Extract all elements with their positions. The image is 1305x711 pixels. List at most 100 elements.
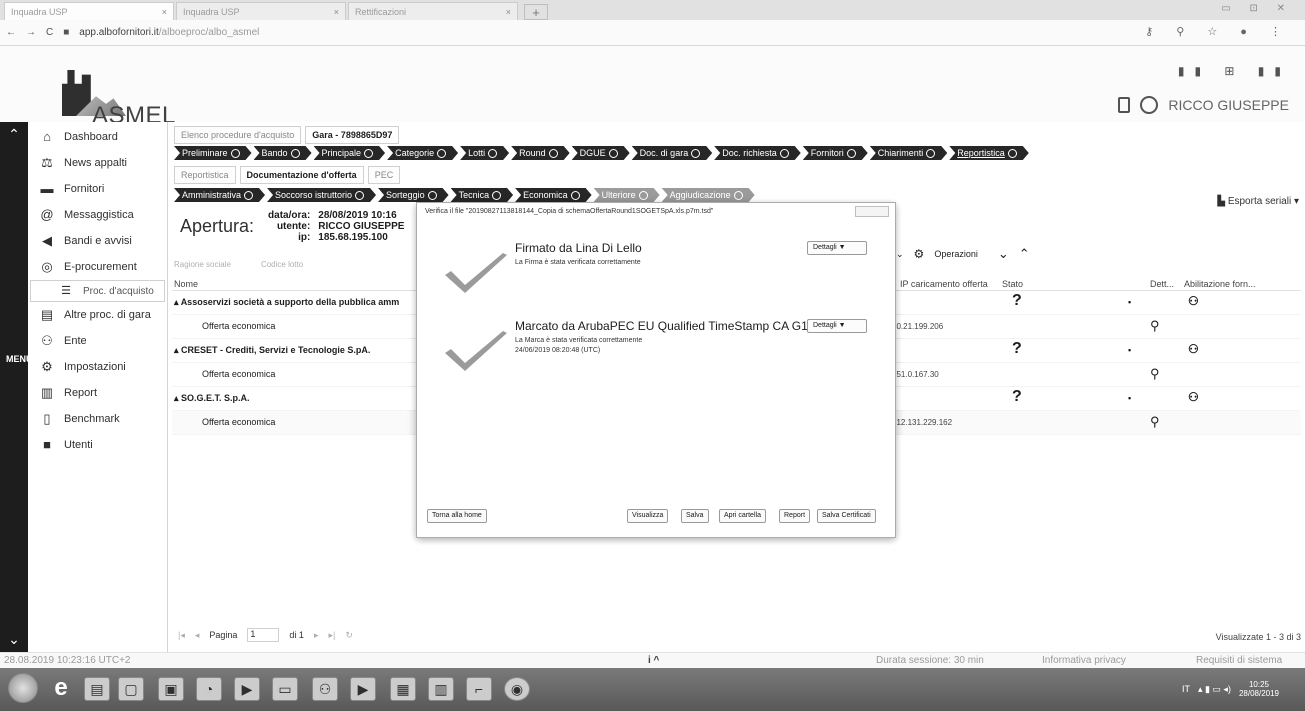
sidebar-item-eprocurement[interactable]: ◎ E-procurement [28,254,167,280]
layout-toggle-icons[interactable]: ▮▮ ⊞ ▮▮ [1178,64,1291,78]
browser-tab[interactable]: Inquadra USP × [4,2,174,20]
sidebar-item-proc-acquisto[interactable]: ☰ Proc. d'acquisto [30,280,165,302]
step-dgue[interactable]: DGUE [572,146,630,160]
video-icon[interactable]: ▶ [350,677,376,701]
system-tray[interactable]: IT ▴ ▮ ▭ ◂) 10:25 28/08/2019 [1182,680,1279,698]
privacy-link[interactable]: Informativa privacy [1042,655,1126,666]
explorer-icon[interactable]: ▤ [84,677,110,701]
document-icon[interactable] [1118,97,1131,113]
search-icon[interactable]: ⚲ [1150,414,1160,430]
url-field[interactable]: app.albofornitori.it/alboeproc/albo_asme… [79,27,259,38]
requirements-link[interactable]: Requisiti di sistema [1196,655,1282,666]
step-aggiudicazione[interactable]: Aggiudicazione [662,188,755,202]
column-stato[interactable]: Stato [1002,279,1023,289]
step-chiarimenti[interactable]: Chiarimenti [870,146,948,160]
save-button[interactable]: Salva [681,509,709,523]
details-button[interactable]: Dettagli ▼ [807,319,867,333]
clock[interactable]: 10:25 28/08/2019 [1239,680,1279,698]
chevron-up-icon[interactable]: ⌃ [0,126,28,143]
media-icon[interactable]: ▢ [118,677,144,701]
app-icon[interactable]: ◉ [504,677,530,701]
browser-tab[interactable]: Rettificazioni × [348,2,518,20]
sidebar-item-news[interactable]: ⚖ News appalti [28,150,167,176]
refresh-icon[interactable]: ↻ [345,630,353,641]
video-icon[interactable]: ▶ [234,677,260,701]
report-button[interactable]: Report [779,509,811,523]
prev-page-icon[interactable]: ◂ [195,630,200,641]
new-tab-button[interactable]: + [524,4,548,20]
sidebar-item-fornitori[interactable]: ▬ Fornitori [28,176,167,202]
home-button[interactable]: Torna alla home [427,509,487,523]
collapse-all-icon[interactable]: ⌃ [1019,246,1030,262]
dropdown-chevron-icon[interactable]: ⌄ [896,249,904,260]
forward-icon[interactable]: → [26,27,36,38]
step-lotti[interactable]: Lotti [460,146,509,160]
search-icon[interactable]: ⚲ [1150,366,1160,382]
step-round[interactable]: Round [511,146,570,160]
users-icon[interactable]: ⚇ [1188,390,1199,404]
chart-icon[interactable]: ▥ [428,677,454,701]
sidebar-item-ente[interactable]: ⚇ Ente [28,328,167,354]
tab-documentazione-offerta[interactable]: Documentazione d'offerta [239,166,364,184]
step-categorie[interactable]: Categorie [387,146,458,160]
tab-pec[interactable]: PEC [367,166,401,184]
step-economica[interactable]: Economica [515,188,592,202]
step-bando[interactable]: Bando [254,146,312,160]
page-input[interactable]: 1 [247,628,280,642]
column-abilitazione[interactable]: Abilitazione forn... [1184,279,1256,289]
step-soccorso[interactable]: Soccorso istruttorio [267,188,376,202]
sidebar-item-utenti[interactable]: ■ Utenti [28,432,167,458]
step-ulteriore[interactable]: Ulteriore [594,188,660,202]
step-amministrativa[interactable]: Amministrativa [174,188,265,202]
step-principale[interactable]: Principale [314,146,386,160]
menu-rail[interactable]: ⌃ MENU ⌄ [0,122,33,652]
users-icon[interactable]: ⚇ [312,677,338,701]
filter-codice-lotto[interactable]: Codice lotto [261,260,303,269]
sidebar-item-bandi[interactable]: ◀ Bandi e avvisi [28,228,167,254]
view-button[interactable]: Visualizza [627,509,669,523]
browser-actions[interactable]: ⚷ ⚲ ☆ ● ⋮ [1145,25,1291,38]
users-icon[interactable]: ⚇ [1188,342,1199,356]
folder-icon[interactable]: ▭ [272,677,298,701]
column-dett[interactable]: Dett... [1150,279,1174,289]
back-icon[interactable]: ← [6,27,16,38]
search-icon[interactable]: ⚲ [1150,318,1160,334]
open-folder-button[interactable]: Apri cartella [719,509,766,523]
users-icon[interactable]: ⚇ [1188,294,1199,308]
app-icon[interactable]: ◔ [196,677,222,701]
step-preliminare[interactable]: Preliminare [174,146,252,160]
close-tab-icon[interactable]: × [506,7,511,17]
menu-label[interactable]: MENU [6,354,33,364]
status-dropdown[interactable]: • [1128,345,1131,355]
column-nome[interactable]: Nome [174,279,198,289]
details-button[interactable]: Dettagli ▼ [807,241,867,255]
user-icon[interactable] [1140,96,1159,114]
expand-all-icon[interactable]: ⌄ [998,246,1009,262]
step-reportistica[interactable]: Reportistica [949,146,1029,160]
step-doc-richiesta[interactable]: Doc. richiesta [714,146,801,160]
save-certificates-button[interactable]: Salva Certificati [817,509,876,523]
step-sorteggio[interactable]: Sorteggio [378,188,449,202]
status-dropdown[interactable]: • [1128,297,1131,307]
start-button[interactable] [8,673,38,703]
chevron-down-icon[interactable]: ⌄ [0,631,28,648]
next-page-icon[interactable]: ▸ [314,630,319,641]
step-doc-gara[interactable]: Doc. di gara [632,146,713,160]
ie-icon[interactable]: e [48,676,74,701]
first-page-icon[interactable]: |◂ [178,630,185,641]
reload-icon[interactable]: C [46,27,53,38]
user-name[interactable]: RICCO GIUSEPPE [1168,97,1289,113]
close-tab-icon[interactable]: × [334,7,339,17]
operations-button[interactable]: Operazioni [934,249,978,259]
tab-reportistica[interactable]: Reportistica [174,166,236,184]
step-tecnica[interactable]: Tecnica [451,188,514,202]
sidebar-item-altre-proc[interactable]: ▤ Altre proc. di gara [28,302,167,328]
info-toggle[interactable]: i ^ [648,655,659,666]
filter-ragione-sociale[interactable]: Ragione sociale [174,260,231,269]
window-controls[interactable]: ▭ ⊡ ✕ [1221,3,1293,14]
sidebar-item-report[interactable]: ▥ Report [28,380,167,406]
tray-icons[interactable]: ▴ ▮ ▭ ◂) [1198,684,1231,695]
sidebar-item-benchmark[interactable]: ▯ Benchmark [28,406,167,432]
close-tab-icon[interactable]: × [162,7,167,17]
pdf-icon[interactable]: ⌐ [466,677,492,701]
